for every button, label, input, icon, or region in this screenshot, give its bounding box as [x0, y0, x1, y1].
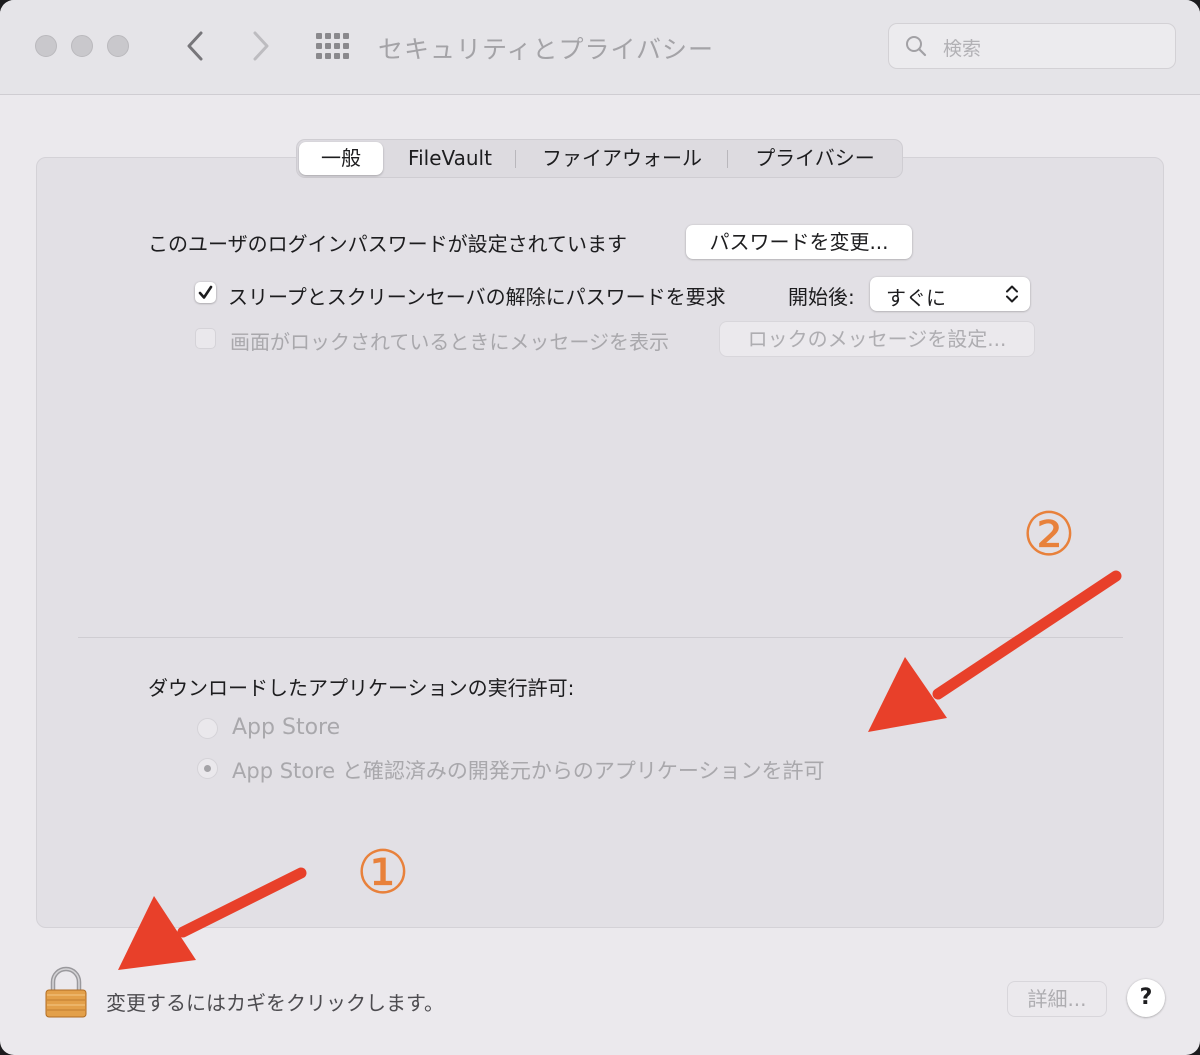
lock-instruction-text: 変更するにはカギをクリックします。	[106, 991, 444, 1015]
preferences-window: セキュリティとプライバシー 検索 一般 FileVault ファイアウォール プ…	[0, 0, 1200, 1055]
annotation-arrow-2	[868, 570, 1122, 732]
help-button[interactable]: ?	[1127, 979, 1165, 1017]
annotation-arrow-1	[118, 867, 307, 970]
annotation-arrows	[118, 570, 1122, 970]
padlock-icon[interactable]	[44, 966, 88, 1018]
advanced-button[interactable]: 詳細...	[1008, 982, 1106, 1016]
